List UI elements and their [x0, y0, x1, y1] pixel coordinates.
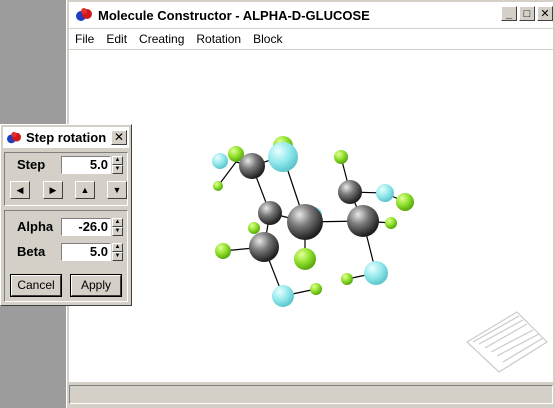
- alpha-spinner[interactable]: ▲ ▼: [112, 218, 123, 236]
- menu-edit[interactable]: Edit: [100, 32, 133, 46]
- hydrogen-atom: [334, 150, 348, 164]
- alpha-label: Alpha: [17, 219, 54, 234]
- main-window: Molecule Constructor - ALPHA-D-GLUCOSE _…: [66, 0, 555, 408]
- step-input[interactable]: 5.0: [61, 156, 111, 174]
- alpha-input[interactable]: -26.0: [61, 218, 111, 236]
- title-bar[interactable]: Molecule Constructor - ALPHA-D-GLUCOSE _…: [69, 2, 553, 28]
- step-rotation-close-button[interactable]: ✕: [111, 130, 127, 145]
- step-label: Step: [17, 157, 46, 172]
- oxygen-atom: [268, 142, 298, 172]
- menu-bar: File Edit Creating Rotation Block: [69, 29, 553, 49]
- rotate-up-button[interactable]: ▲: [75, 181, 95, 199]
- hydrogen-atom: [215, 243, 231, 259]
- carbon-atom: [249, 232, 279, 262]
- carbon-atom: [258, 201, 282, 225]
- status-bar: [69, 385, 553, 404]
- molecule-app-icon: [76, 8, 92, 21]
- spin-up-icon[interactable]: ▲: [112, 218, 123, 227]
- molecule-canvas[interactable]: [69, 50, 553, 382]
- molecule-app-icon: [7, 131, 21, 143]
- menu-creating[interactable]: Creating: [133, 32, 190, 46]
- oxygen-atom: [364, 261, 388, 285]
- step-rotation-title-bar[interactable]: Step rotation ✕: [3, 127, 129, 148]
- watermark-text: INSTALUJ.CZ: [474, 373, 549, 385]
- carbon-atom: [338, 180, 362, 204]
- step-rotation-title: Step rotation: [26, 130, 107, 145]
- oxygen-atom: [212, 153, 228, 169]
- hydrogen-atom: [213, 181, 223, 191]
- apply-button[interactable]: Apply: [70, 274, 122, 297]
- minimize-button[interactable]: _: [501, 6, 517, 21]
- step-rotation-window: Step rotation ✕ Step 5.0 ▲ ▼ ◀ ▶ ▲ ▼ Alp…: [0, 124, 132, 306]
- spin-down-icon[interactable]: ▼: [112, 252, 123, 261]
- maximize-button[interactable]: □: [519, 6, 535, 21]
- rotate-left-button[interactable]: ◀: [10, 181, 30, 199]
- hydrogen-atom: [385, 217, 397, 229]
- beta-input[interactable]: 5.0: [61, 243, 111, 261]
- hydrogen-atom: [341, 273, 353, 285]
- rotate-right-button[interactable]: ▶: [43, 181, 63, 199]
- cancel-button[interactable]: Cancel: [10, 274, 62, 297]
- spin-up-icon[interactable]: ▲: [112, 156, 123, 165]
- spin-up-icon[interactable]: ▲: [112, 243, 123, 252]
- hydrogen-atom: [294, 248, 316, 270]
- close-button[interactable]: ✕: [537, 6, 553, 21]
- menu-file[interactable]: File: [69, 32, 100, 46]
- carbon-atom: [239, 153, 265, 179]
- hydrogen-atom: [248, 222, 260, 234]
- step-spinner[interactable]: ▲ ▼: [112, 156, 123, 174]
- molecule-view[interactable]: [69, 50, 553, 382]
- oxygen-atom: [272, 285, 294, 307]
- beta-spinner[interactable]: ▲ ▼: [112, 243, 123, 261]
- atoms: [212, 136, 414, 307]
- carbon-atom: [347, 205, 379, 237]
- menu-block[interactable]: Block: [247, 32, 288, 46]
- oxygen-atom: [376, 184, 394, 202]
- hydrogen-atom: [310, 283, 322, 295]
- beta-label: Beta: [17, 244, 46, 259]
- angle-panel: Alpha -26.0 ▲ ▼ Beta 5.0 ▲ ▼ Cancel Appl…: [4, 210, 128, 302]
- spin-down-icon[interactable]: ▼: [112, 165, 123, 174]
- watermark-logo: [466, 311, 548, 373]
- menu-rotation[interactable]: Rotation: [190, 32, 247, 46]
- hydrogen-atom: [396, 193, 414, 211]
- carbon-atom: [287, 204, 323, 240]
- step-panel: Step 5.0 ▲ ▼ ◀ ▶ ▲ ▼: [4, 152, 128, 206]
- spin-down-icon[interactable]: ▼: [112, 227, 123, 236]
- window-title: Molecule Constructor - ALPHA-D-GLUCOSE: [98, 7, 370, 23]
- rotate-down-button[interactable]: ▼: [107, 181, 127, 199]
